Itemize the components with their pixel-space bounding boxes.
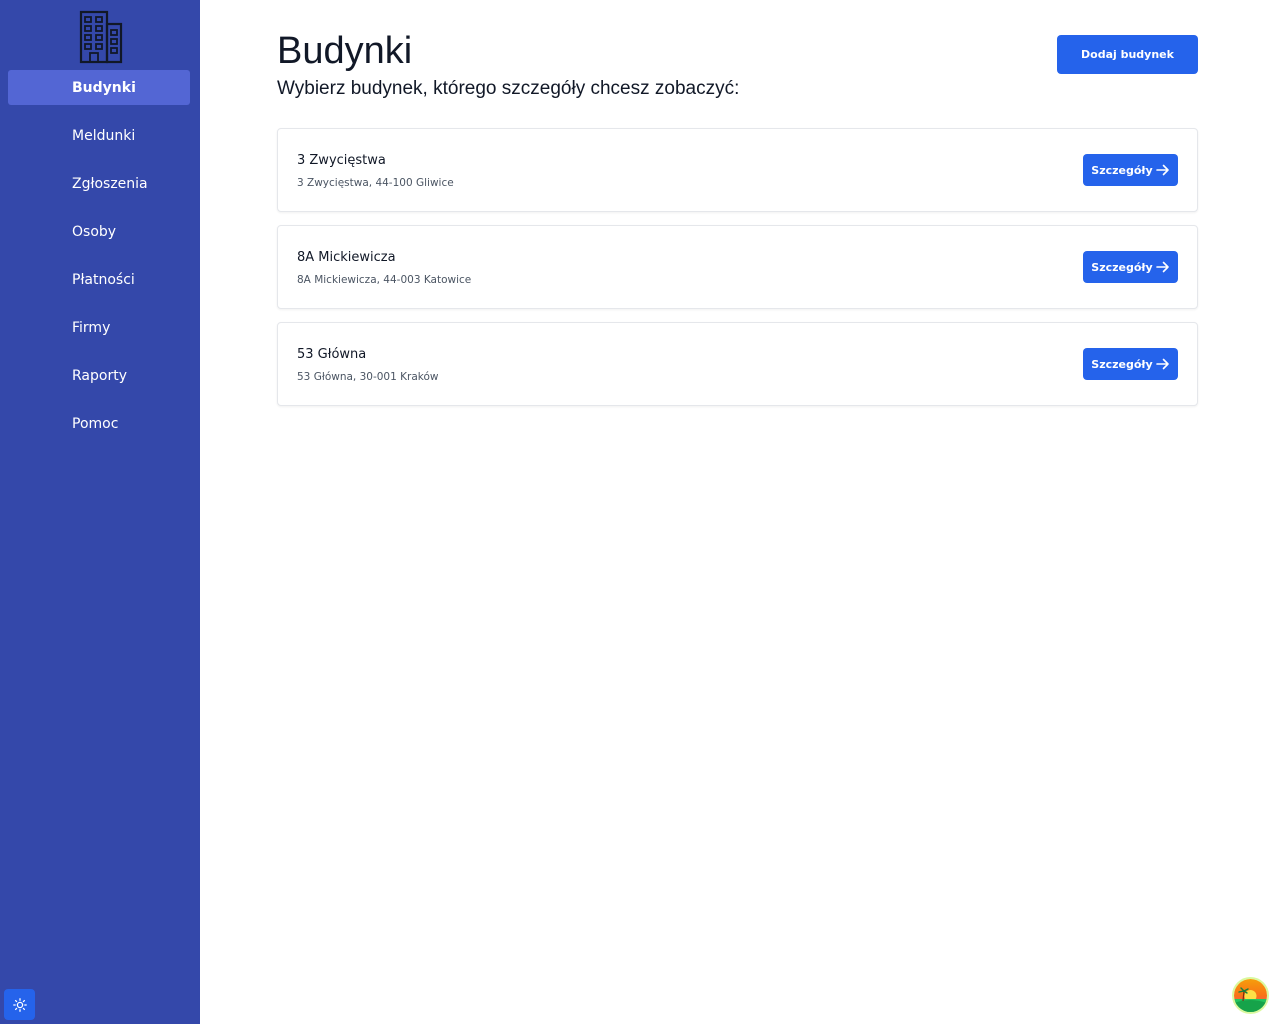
sidebar-item-pomoc[interactable]: Pomoc <box>8 406 190 441</box>
building-list: 3 Zwycięstwa 3 Zwycięstwa, 44-100 Gliwic… <box>277 128 1198 419</box>
building-card: 8A Mickiewicza 8A Mickiewicza, 44-003 Ka… <box>277 225 1198 309</box>
building-card: 53 Główna 53 Główna, 30-001 Kraków Szcze… <box>277 322 1198 406</box>
arrow-right-icon <box>1155 358 1169 370</box>
sun-icon <box>12 997 27 1012</box>
add-building-button[interactable]: Dodaj budynek <box>1057 35 1198 74</box>
building-name: 53 Główna <box>297 347 367 362</box>
building-card: 3 Zwycięstwa 3 Zwycięstwa, 44-100 Gliwic… <box>277 128 1198 212</box>
theme-toggle-button[interactable] <box>4 989 35 1020</box>
details-button-label: Szczegóły <box>1091 357 1153 371</box>
app-root: Budynki Meldunki Zgłoszenia Osoby Płatno… <box>0 0 1280 1024</box>
main-content: Budynki Wybierz budynek, którego szczegó… <box>200 0 1280 1024</box>
arrow-right-icon <box>1155 261 1169 273</box>
building-address: 8A Mickiewicza, 44-003 Katowice <box>297 274 472 286</box>
building-address: 53 Główna, 30-001 Kraków <box>297 371 439 383</box>
building-address: 3 Zwycięstwa, 44-100 Gliwice <box>297 177 454 189</box>
sidebar-nav: Budynki Meldunki Zgłoszenia Osoby Płatno… <box>0 70 200 454</box>
sidebar-item-platnosci[interactable]: Płatności <box>8 262 190 297</box>
details-button[interactable]: Szczegóły <box>1083 348 1178 380</box>
sidebar-item-firmy[interactable]: Firmy <box>8 310 190 345</box>
avatar-image <box>1234 979 1267 1012</box>
details-button-label: Szczegóły <box>1091 260 1153 274</box>
sidebar-item-budynki[interactable]: Budynki <box>8 70 190 105</box>
sidebar-item-osoby[interactable]: Osoby <box>8 214 190 249</box>
sidebar: Budynki Meldunki Zgłoszenia Osoby Płatno… <box>0 0 200 1024</box>
details-button-label: Szczegóły <box>1091 163 1153 177</box>
page-subtitle: Wybierz budynek, którego szczegóły chces… <box>277 78 740 99</box>
building-name: 3 Zwycięstwa <box>297 153 386 168</box>
page-title: Budynki <box>277 30 413 72</box>
sidebar-item-raporty[interactable]: Raporty <box>8 358 190 393</box>
user-avatar[interactable] <box>1232 977 1269 1014</box>
details-button[interactable]: Szczegóły <box>1083 154 1178 186</box>
building-name: 8A Mickiewicza <box>297 250 396 265</box>
sidebar-item-meldunki[interactable]: Meldunki <box>8 118 190 153</box>
sidebar-item-zgloszenia[interactable]: Zgłoszenia <box>8 166 190 201</box>
arrow-right-icon <box>1155 164 1169 176</box>
building-icon <box>79 10 123 64</box>
details-button[interactable]: Szczegóły <box>1083 251 1178 283</box>
